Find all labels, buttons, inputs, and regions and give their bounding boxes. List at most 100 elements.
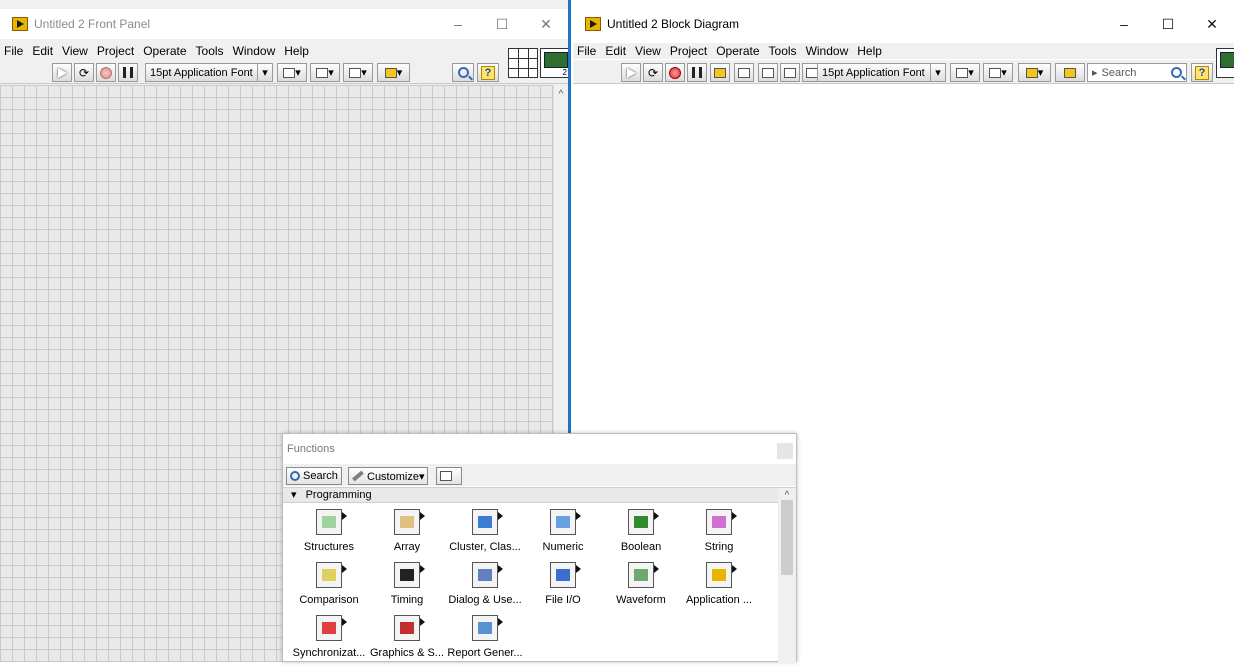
distribute-objects-button[interactable]: ▾ xyxy=(983,63,1013,82)
vi-icon[interactable] xyxy=(540,48,568,78)
close-button[interactable]: ✕ xyxy=(524,9,568,39)
pause-icon xyxy=(692,67,702,78)
palette-item[interactable]: String xyxy=(679,505,759,561)
menu-project[interactable]: Project xyxy=(666,43,712,59)
scroll-up-icon[interactable]: ^ xyxy=(554,89,568,100)
reorder-icon xyxy=(384,67,397,78)
palette-item[interactable]: Numeric xyxy=(523,505,603,561)
maximize-button[interactable]: ☐ xyxy=(1146,9,1190,39)
diagram-search-field[interactable]: ▸ Search xyxy=(1087,63,1187,82)
menu-help[interactable]: Help xyxy=(853,43,887,59)
palette-item-label: Application ... xyxy=(685,594,753,606)
close-button[interactable]: ✕ xyxy=(1190,9,1234,39)
align-objects-icon xyxy=(956,67,969,78)
numeric-icon xyxy=(550,509,581,535)
maximize-button[interactable]: ☐ xyxy=(480,9,524,39)
palette-item[interactable]: Waveform xyxy=(601,558,681,614)
font-selector[interactable]: 15pt Application Font xyxy=(817,63,945,82)
step-into-button[interactable] xyxy=(758,63,778,82)
structures-icon xyxy=(316,509,347,535)
font-selector[interactable]: 15pt Application Font xyxy=(145,63,273,82)
palette-search-button[interactable]: Search xyxy=(286,467,342,485)
expand-search-icon: ▸ xyxy=(1092,67,1098,79)
menu-view[interactable]: View xyxy=(631,43,666,59)
functions-palette[interactable]: Functions Search Customize▾ ▾ Programmin… xyxy=(282,433,797,663)
abort-button[interactable] xyxy=(96,63,116,82)
menu-help[interactable]: Help xyxy=(280,43,314,59)
font-dropdown-button[interactable]: ▾ xyxy=(930,63,946,82)
align-objects-button[interactable]: ▾ xyxy=(950,63,980,82)
minimize-button[interactable]: – xyxy=(436,9,480,39)
menu-file[interactable]: File xyxy=(573,43,601,59)
reorder-button[interactable]: ▾ xyxy=(1018,63,1051,82)
menu-edit[interactable]: Edit xyxy=(28,43,58,59)
menu-window[interactable]: Window xyxy=(802,43,854,59)
palette-item[interactable]: File I/O xyxy=(523,558,603,614)
palette-item[interactable]: Array xyxy=(367,505,447,561)
palette-item[interactable]: Graphics & S... xyxy=(367,611,447,667)
category-header[interactable]: ▾ Programming xyxy=(283,487,796,503)
block-diagram-menubar: File Edit View Project Operate Tools Win… xyxy=(573,43,1234,59)
menu-tools[interactable]: Tools xyxy=(765,43,802,59)
palette-item[interactable]: Structures xyxy=(289,505,369,561)
menu-operate[interactable]: Operate xyxy=(139,43,191,59)
font-dropdown-button[interactable]: ▾ xyxy=(257,63,273,82)
highlight-execution-button[interactable] xyxy=(710,63,730,82)
menu-window[interactable]: Window xyxy=(229,43,281,59)
reorder-icon xyxy=(1025,67,1038,78)
search-button[interactable] xyxy=(452,63,474,82)
palette-customize-button[interactable]: Customize▾ xyxy=(348,467,429,485)
palette-item[interactable]: Timing xyxy=(367,558,447,614)
menu-view[interactable]: View xyxy=(58,43,93,59)
run-button[interactable] xyxy=(52,63,72,82)
clean-up-diagram-button[interactable] xyxy=(1055,63,1085,82)
minimize-button[interactable]: – xyxy=(1102,9,1146,39)
palette-title: Functions xyxy=(287,443,335,455)
pin-icon xyxy=(440,471,452,481)
run-button[interactable] xyxy=(621,63,641,82)
palette-item[interactable]: Synchronizat... xyxy=(289,611,369,667)
menu-operate[interactable]: Operate xyxy=(712,43,764,59)
retain-wire-values-icon xyxy=(738,67,750,78)
help-icon: ? xyxy=(481,65,495,80)
run-continuously-icon: ⟳ xyxy=(647,65,659,80)
front-panel-titlebar[interactable]: Untitled 2 Front Panel – ☐ ✕ xyxy=(0,9,568,39)
context-help-button[interactable]: ? xyxy=(1191,63,1213,82)
run-continuously-button[interactable]: ⟳ xyxy=(74,63,94,82)
align-objects-icon xyxy=(283,67,296,78)
comparison-icon xyxy=(316,562,347,588)
menu-project[interactable]: Project xyxy=(93,43,139,59)
palette-scrollbar[interactable]: ^ xyxy=(778,488,796,663)
search-icon xyxy=(1171,67,1182,78)
resize-objects-button[interactable]: ▾ xyxy=(343,63,373,82)
menu-file[interactable]: File xyxy=(0,43,28,59)
connector-pane[interactable] xyxy=(508,48,538,78)
waveform-icon xyxy=(628,562,659,588)
menu-edit[interactable]: Edit xyxy=(601,43,631,59)
cluster-icon xyxy=(472,509,503,535)
context-help-button[interactable]: ? xyxy=(477,63,499,82)
reorder-button[interactable]: ▾ xyxy=(377,63,410,82)
step-over-button[interactable] xyxy=(780,63,800,82)
palette-pin-button[interactable] xyxy=(436,467,462,485)
palette-close-button[interactable] xyxy=(777,443,793,459)
palette-item[interactable]: Cluster, Clas... xyxy=(445,505,525,561)
pause-button[interactable] xyxy=(687,63,707,82)
run-continuously-button[interactable]: ⟳ xyxy=(643,63,663,82)
report-generation-icon xyxy=(472,615,503,641)
palette-item[interactable]: Comparison xyxy=(289,558,369,614)
menu-tools[interactable]: Tools xyxy=(192,43,229,59)
graphics-sound-icon xyxy=(394,615,425,641)
retain-wire-values-button[interactable] xyxy=(734,63,754,82)
palette-scroll-thumb[interactable] xyxy=(781,500,793,575)
abort-button[interactable] xyxy=(665,63,685,82)
block-diagram-titlebar[interactable]: Untitled 2 Block Diagram – ☐ ✕ xyxy=(573,9,1234,39)
palette-item[interactable]: Application ... xyxy=(679,558,759,614)
distribute-objects-button[interactable]: ▾ xyxy=(310,63,340,82)
pause-button[interactable] xyxy=(118,63,138,82)
palette-item[interactable]: Dialog & Use... xyxy=(445,558,525,614)
palette-item[interactable]: Report Gener... xyxy=(445,611,525,667)
align-objects-button[interactable]: ▾ xyxy=(277,63,307,82)
palette-item[interactable]: Boolean xyxy=(601,505,681,561)
vi-icon[interactable] xyxy=(1216,48,1234,78)
